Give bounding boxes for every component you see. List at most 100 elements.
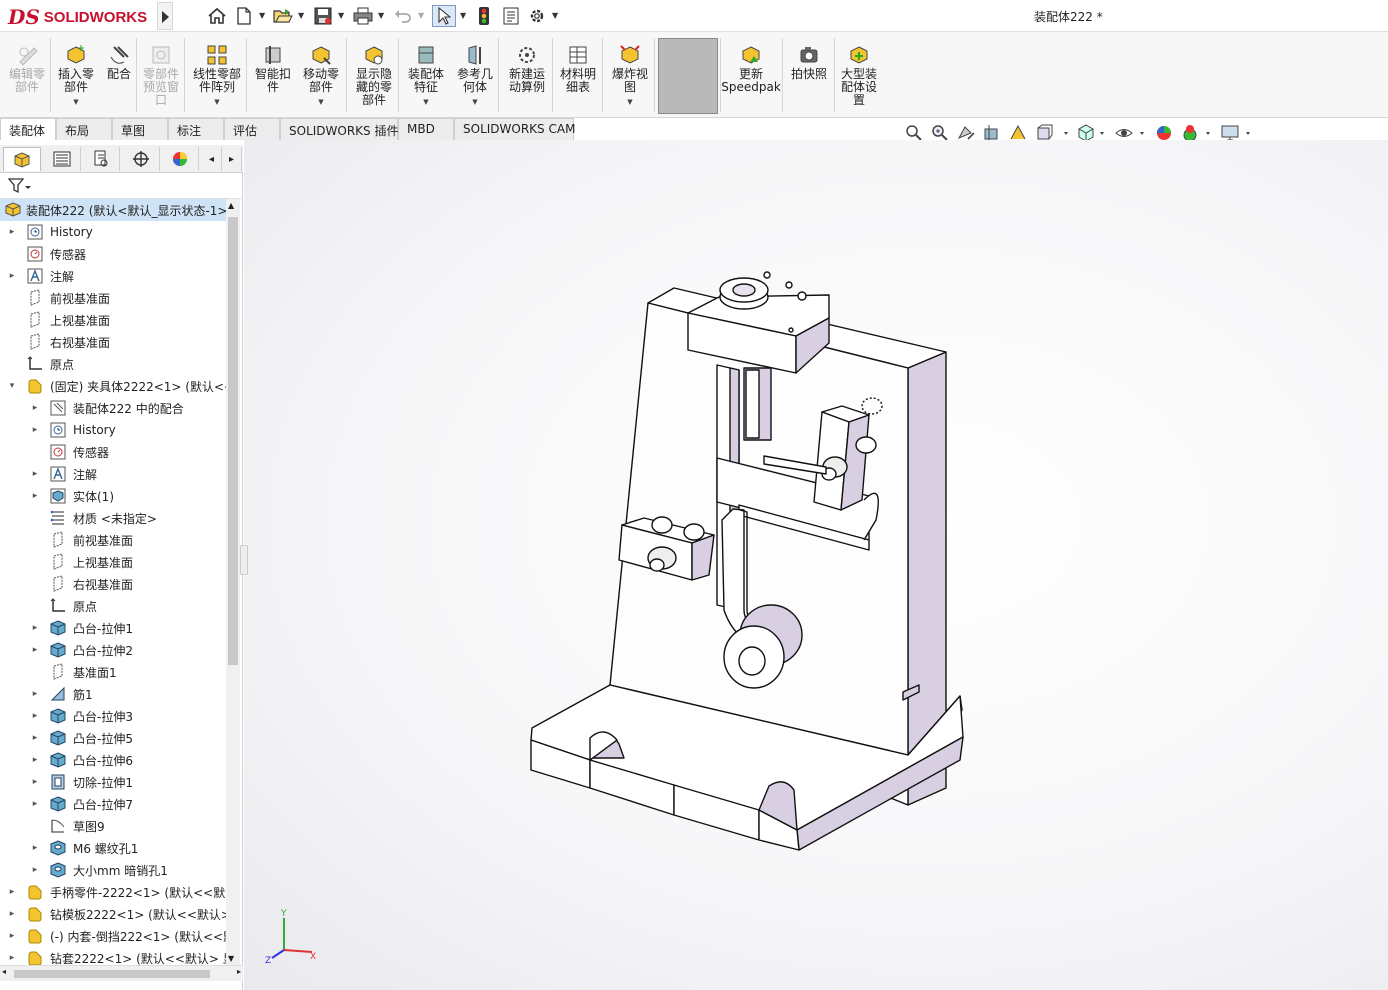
chevron-down-icon[interactable]: ▼	[472, 96, 477, 109]
scroll-up-icon[interactable]: ▲	[228, 201, 234, 210]
chevron-down-icon[interactable]: ▼	[318, 96, 323, 109]
expand-arrow-icon[interactable]: ▸	[7, 271, 17, 281]
expand-arrow-icon[interactable]: ▸	[30, 799, 40, 809]
save-dropdown-icon[interactable]: ▼	[338, 11, 344, 20]
tab-1[interactable]: 布局	[56, 118, 112, 140]
tree-node[interactable]: ▸ 装配体222 中的配合	[0, 397, 228, 419]
tree-node[interactable]: ▸ 钻套2222<1> (默认<<默认> 显	[0, 947, 228, 965]
tree-node[interactable]: 上视基准面	[0, 551, 228, 573]
expand-arrow-icon[interactable]: ▸	[7, 887, 17, 897]
tab-5[interactable]: SOLIDWORKS 插件	[280, 118, 398, 140]
expand-arrow-icon[interactable]: ▸	[7, 953, 17, 963]
scroll-tabs-left-icon[interactable]: ◂	[202, 147, 222, 171]
tree-node[interactable]: 基准面1	[0, 661, 228, 683]
tree-node[interactable]: 装配体222 (默认<默认_显示状态-1>	[0, 199, 228, 221]
tab-6[interactable]: MBD	[398, 118, 454, 140]
tree-node[interactable]: 右视基准面	[0, 573, 228, 595]
scroll-left-icon[interactable]: ◂	[2, 967, 6, 976]
expand-arrow-icon[interactable]: ▸	[30, 865, 40, 875]
print-dropdown-icon[interactable]: ▼	[378, 11, 384, 20]
tree-node[interactable]: 传感器	[0, 243, 228, 265]
scroll-down-icon[interactable]: ▼	[228, 954, 234, 963]
edit-component-button[interactable]: 编辑零 部件	[4, 36, 50, 116]
chevron-down-icon[interactable]: ▼	[73, 96, 78, 109]
file-properties-icon[interactable]	[500, 5, 522, 27]
tree-node[interactable]: ▸ 注解	[0, 463, 228, 485]
rebuild-icon[interactable]	[474, 5, 494, 27]
expand-arrow-icon[interactable]: ▸	[30, 425, 40, 435]
tree-node[interactable]: 原点	[0, 353, 228, 375]
select-dropdown-icon[interactable]: ▼	[460, 11, 466, 20]
assembly-features-button[interactable]: 装配体 特征 ▼	[402, 36, 450, 116]
bill-of-materials-button[interactable]: 材料明 细表	[555, 36, 601, 116]
new-motion-study-button[interactable]: 新建运 动算例	[502, 36, 552, 116]
mate-button[interactable]: 配合	[102, 36, 136, 116]
tree-node[interactable]: 前视基准面	[0, 287, 228, 309]
tree-node[interactable]: ▾ (固定) 夹具体2222<1> (默认<<	[0, 375, 228, 397]
expand-arrow-icon[interactable]: ▸	[7, 909, 17, 919]
graphics-area[interactable]: Y X Z	[244, 140, 1388, 990]
chevron-down-icon[interactable]: ▼	[214, 96, 219, 109]
tree-node[interactable]: ▸ History	[0, 419, 228, 441]
tree-node[interactable]: ▸ 实体(1)	[0, 485, 228, 507]
expand-arrow-icon[interactable]: ▸	[30, 843, 40, 853]
options-icon[interactable]	[526, 5, 548, 27]
filter-icon[interactable]	[8, 178, 32, 194]
expand-arrow-icon[interactable]: ▸	[30, 711, 40, 721]
expand-arrow-icon[interactable]: ▸	[30, 689, 40, 699]
collapse-arrow-icon[interactable]: ▾	[7, 381, 17, 391]
tree-node[interactable]: ▸ 凸台-拉伸3	[0, 705, 228, 727]
expand-arrow-icon[interactable]: ▸	[30, 733, 40, 743]
options-dropdown-icon[interactable]: ▼	[552, 11, 558, 20]
undo-icon[interactable]	[392, 5, 414, 27]
chevron-down-icon[interactable]: ▼	[627, 96, 632, 109]
tree-node[interactable]: ▸ 凸台-拉伸1	[0, 617, 228, 639]
open-icon[interactable]	[272, 5, 294, 27]
panel-splitter-handle[interactable]	[240, 545, 248, 575]
tree-node[interactable]: 草图9	[0, 815, 228, 837]
expand-arrow-icon[interactable]: ▸	[30, 491, 40, 501]
tree-node[interactable]: ▸ M6 螺纹孔1	[0, 837, 228, 859]
tree-node[interactable]: ▸ 筋1	[0, 683, 228, 705]
tab-2[interactable]: 草图	[112, 118, 168, 140]
tree-node[interactable]: 上视基准面	[0, 309, 228, 331]
exploded-view-button[interactable]: 爆炸视 图 ▼	[606, 36, 654, 116]
expand-arrow-icon[interactable]: ▸	[30, 469, 40, 479]
chevron-down-icon[interactable]: ▼	[423, 96, 428, 109]
property-manager-tab[interactable]	[43, 147, 81, 171]
insert-components-button[interactable]: 插入零 部件 ▼	[52, 36, 100, 116]
tree-node[interactable]: 右视基准面	[0, 331, 228, 353]
solidworks-logo[interactable]: DS SOLIDWORKS	[8, 4, 156, 30]
tree-node[interactable]: ▸ 手柄零件-2222<1> (默认<<默认	[0, 881, 228, 903]
tree-node[interactable]: ▸ 钻模板2222<1> (默认<<默认>_	[0, 903, 228, 925]
tree-node[interactable]: ▸ (-) 内套-倒挡222<1> (默认<<默	[0, 925, 228, 947]
tree-node[interactable]: 原点	[0, 595, 228, 617]
menu-expand-arrow-icon[interactable]	[157, 2, 173, 30]
new-icon[interactable]	[234, 5, 254, 27]
tree-filter[interactable]	[0, 173, 243, 199]
tree-node[interactable]: ▸ 凸台-拉伸2	[0, 639, 228, 661]
expand-arrow-icon[interactable]: ▸	[30, 623, 40, 633]
tab-7[interactable]: SOLIDWORKS CAM	[454, 118, 575, 140]
select-icon[interactable]	[432, 5, 456, 27]
linear-pattern-button[interactable]: 线性零部 件阵列 ▼	[188, 36, 246, 116]
tree-node[interactable]: ▸ 切除-拉伸1	[0, 771, 228, 793]
show-hidden-components-button[interactable]: 显示隐 藏的零 部件	[350, 36, 398, 116]
take-snapshot-button[interactable]: 拍快照	[785, 36, 833, 116]
save-icon[interactable]	[312, 5, 334, 27]
tree-node[interactable]: 材质 <未指定>	[0, 507, 228, 529]
tree-vertical-scrollbar[interactable]: ▲ ▼	[226, 199, 240, 965]
expand-arrow-icon[interactable]: ▸	[7, 931, 17, 941]
tab-0[interactable]: 装配体	[0, 118, 56, 140]
configuration-manager-tab[interactable]	[82, 147, 120, 171]
open-dropdown-icon[interactable]: ▼	[298, 11, 304, 20]
tree-node[interactable]: ▸ 大小mm 暗销孔1	[0, 859, 228, 881]
smart-fasteners-button[interactable]: 智能扣 件	[250, 36, 296, 116]
assembly-model[interactable]: Y X Z	[244, 140, 1388, 990]
print-icon[interactable]	[352, 5, 374, 27]
expand-arrow-icon[interactable]: ▸	[7, 227, 17, 237]
tab-4[interactable]: 评估	[224, 118, 280, 140]
dimxpert-manager-tab[interactable]	[122, 147, 160, 171]
new-dropdown-icon[interactable]: ▼	[259, 11, 265, 20]
feature-manager-tab[interactable]	[3, 147, 41, 171]
